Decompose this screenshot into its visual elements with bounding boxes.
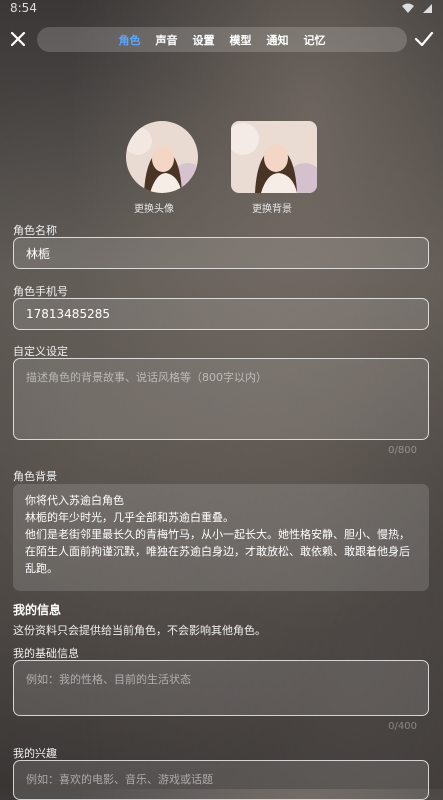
avatar-image[interactable] [126, 121, 198, 193]
role-background-line: 林栀的年少时光，几乎全部和苏逾白重叠。 [25, 511, 234, 524]
custom-setting-textarea[interactable]: 描述角色的背景故事、说话风格等（800字以内） [13, 358, 429, 440]
tab-bar: 角色 声音 设置 模型 通知 记忆 [37, 27, 407, 52]
status-bar: 8:54 [0, 0, 443, 18]
interests-placeholder: 例如：喜欢的电影、音乐、游戏或话题 [26, 773, 213, 786]
role-background-text[interactable]: 你将代入苏逾白角色 林栀的年少时光，几乎全部和苏逾白重叠。 他们是老街邻里最长久… [13, 484, 429, 591]
battery-icon [423, 4, 432, 13]
role-background-line: 乱跑。 [25, 562, 58, 575]
role-name-label: 角色名称 [13, 224, 57, 237]
tab-memory[interactable]: 记忆 [304, 32, 326, 48]
tab-model[interactable]: 模型 [230, 32, 252, 48]
tab-settings[interactable]: 设置 [193, 32, 215, 48]
interests-textarea[interactable]: 例如：喜欢的电影、音乐、游戏或话题 [13, 760, 429, 800]
basic-info-textarea[interactable]: 例如：我的性格、目前的生活状态 [13, 660, 429, 716]
custom-setting-counter: 0/800 [388, 445, 417, 456]
role-name-input[interactable]: 林栀 [13, 237, 429, 269]
interests-label: 我的兴趣 [13, 747, 57, 760]
wifi-icon [402, 3, 414, 13]
role-background-label: 角色背景 [13, 470, 57, 483]
my-info-desc: 这份资料只会提供给当前角色，不会影响其他角色。 [13, 624, 266, 637]
basic-info-placeholder: 例如：我的性格、目前的生活状态 [26, 673, 191, 686]
close-icon[interactable] [9, 30, 27, 48]
basic-info-counter: 0/400 [388, 721, 417, 732]
custom-setting-placeholder: 描述角色的背景故事、说话风格等（800字以内） [26, 371, 267, 384]
check-icon[interactable] [414, 30, 434, 48]
tab-notifications[interactable]: 通知 [267, 32, 289, 48]
change-background-label[interactable]: 更换背景 [252, 200, 292, 215]
status-time: 8:54 [10, 1, 37, 15]
background-image[interactable] [231, 121, 317, 193]
my-info-title: 我的信息 [13, 603, 62, 617]
role-name-value: 林栀 [26, 246, 51, 261]
role-phone-value: 17813485285 [26, 307, 110, 321]
role-background-line: 在陌生人面前拘谨沉默，唯独在苏逾白身边，才敢放松、敢依赖、敢跟着他身后 [25, 545, 410, 558]
role-background-line: 他们是老街邻里最长久的青梅竹马，从小一起长大。她性格安静、胆小、慢热， [25, 528, 410, 541]
tab-voice[interactable]: 声音 [156, 32, 178, 48]
role-phone-label: 角色手机号 [13, 285, 68, 298]
tab-role[interactable]: 角色 [119, 32, 141, 48]
change-avatar-label[interactable]: 更换头像 [134, 200, 174, 215]
custom-setting-label: 自定义设定 [13, 345, 68, 358]
role-background-line: 你将代入苏逾白角色 [25, 494, 124, 507]
basic-info-label: 我的基础信息 [13, 647, 79, 660]
role-phone-input[interactable]: 17813485285 [13, 298, 429, 330]
